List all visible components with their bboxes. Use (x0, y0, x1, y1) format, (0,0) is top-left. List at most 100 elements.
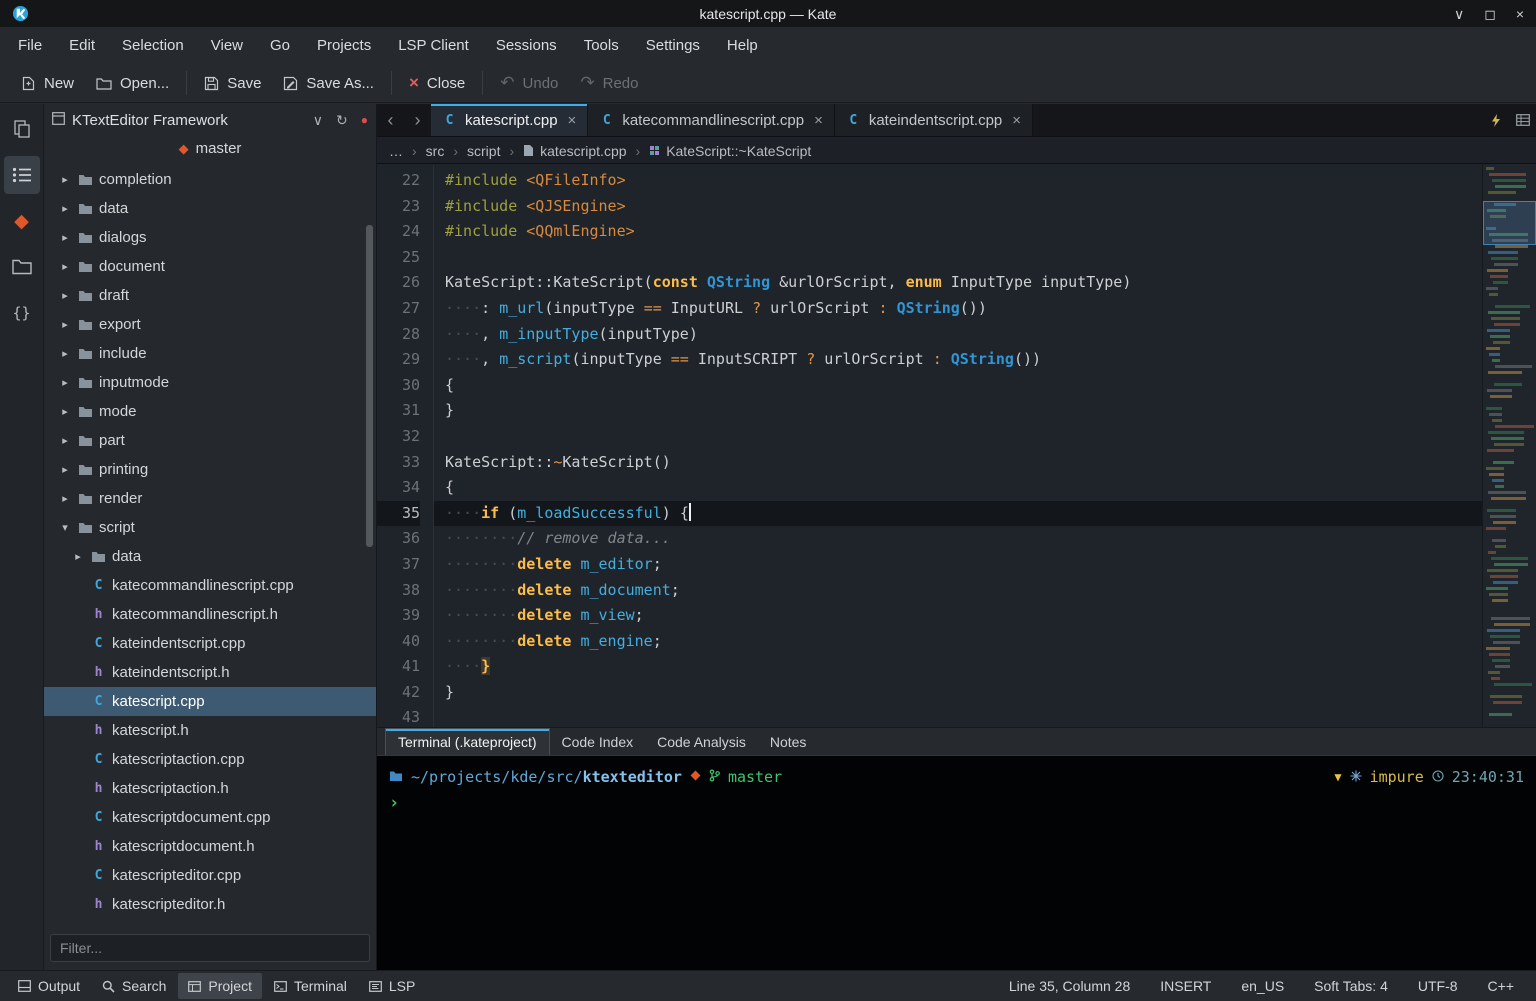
code-line[interactable]: ····} (434, 654, 1482, 680)
window-minimize-button[interactable]: ∨ (1454, 7, 1464, 21)
chevron-right-icon[interactable]: ▸ (58, 260, 72, 273)
sidebar-tool-snippets[interactable]: {} (4, 294, 40, 332)
code-line[interactable]: { (434, 373, 1482, 399)
menu-item-sessions[interactable]: Sessions (496, 37, 557, 54)
tree-folder-export[interactable]: ▸export (44, 310, 376, 339)
code-line[interactable]: ····, m_script(inputType == InputSCRIPT … (434, 347, 1482, 373)
terminal-panel[interactable]: ~/projects/kde/src/ktexteditor master ▼ … (377, 755, 1536, 970)
stop-icon[interactable]: ● (361, 113, 368, 127)
next-document-button[interactable]: › (404, 104, 431, 136)
tab-close-icon[interactable]: × (1012, 112, 1021, 129)
window-close-button[interactable]: × (1516, 7, 1524, 21)
code-line[interactable]: ····if (m_loadSuccessful) { (434, 501, 1482, 527)
tree-folder-script[interactable]: ▾script (44, 513, 376, 542)
menu-item-file[interactable]: File (18, 37, 42, 54)
menu-item-go[interactable]: Go (270, 37, 290, 54)
statusbar-toggle-terminal[interactable]: Terminal (264, 973, 357, 999)
tree-file-katescriptaction-cpp[interactable]: Ckatescriptaction.cpp (44, 745, 376, 774)
sidebar-tool-documents[interactable] (4, 110, 40, 148)
project-selector[interactable]: KTextEditor Framework (72, 112, 228, 129)
code-area[interactable]: #include <QFileInfo>#include <QJSEngine>… (434, 165, 1482, 727)
menu-item-projects[interactable]: Projects (317, 37, 371, 54)
tree-file-katescriptaction-h[interactable]: hkatescriptaction.h (44, 774, 376, 803)
previous-document-button[interactable]: ‹ (377, 104, 404, 136)
tree-folder-mode[interactable]: ▸mode (44, 397, 376, 426)
chevron-right-icon[interactable]: ▸ (58, 347, 72, 360)
sidebar-tool-git[interactable]: ◆ (4, 202, 40, 240)
statusbar-toggle-project[interactable]: Project (178, 973, 262, 999)
code-line[interactable]: ········delete m_document; (434, 578, 1482, 604)
encoding[interactable]: UTF-8 (1418, 978, 1458, 994)
sidebar-tool-project[interactable] (4, 156, 40, 194)
code-line[interactable]: #include <QQmlEngine> (434, 219, 1482, 245)
window-maximize-button[interactable]: ◻ (1484, 7, 1496, 21)
undo-button[interactable]: ↶ Undo (489, 69, 569, 98)
chevron-down-icon[interactable]: ▾ (58, 521, 72, 534)
tab-mode[interactable]: Soft Tabs: 4 (1314, 978, 1388, 994)
statusbar-toggle-lsp[interactable]: LSP (359, 973, 425, 999)
tree-scrollbar[interactable] (366, 225, 373, 547)
menu-item-tools[interactable]: Tools (584, 37, 619, 54)
code-line[interactable] (434, 245, 1482, 271)
chevron-right-icon[interactable]: ▸ (58, 492, 72, 505)
bottom-tab-notes[interactable]: Notes (758, 729, 819, 755)
code-line[interactable]: #include <QFileInfo> (434, 168, 1482, 194)
close-button[interactable]: × Close (398, 69, 476, 98)
code-line[interactable]: ····, m_inputType(inputType) (434, 322, 1482, 348)
tree-file-katescript-cpp[interactable]: Ckatescript.cpp (44, 687, 376, 716)
chevron-right-icon[interactable]: ▸ (71, 550, 85, 563)
tree-folder-printing[interactable]: ▸printing (44, 455, 376, 484)
menu-item-settings[interactable]: Settings (646, 37, 700, 54)
filter-input[interactable] (50, 934, 370, 962)
breadcrumb-item-katescript-cpp[interactable]: katescript.cpp (523, 143, 626, 159)
code-line[interactable]: KateScript::~KateScript() (434, 450, 1482, 476)
save-button[interactable]: Save (193, 69, 272, 98)
minimap-viewport[interactable] (1483, 201, 1536, 245)
new-button[interactable]: New (10, 69, 85, 98)
tab-katescript-cpp[interactable]: Ckatescript.cpp× (431, 104, 588, 136)
chevron-right-icon[interactable]: ▸ (58, 376, 72, 389)
tree-file-katescript-h[interactable]: hkatescript.h (44, 716, 376, 745)
statusbar-toggle-output[interactable]: Output (8, 973, 90, 999)
syntax-highlighting-mode[interactable]: C++ (1488, 978, 1514, 994)
tree-file-katecommandlinescript-h[interactable]: hkatecommandlinescript.h (44, 600, 376, 629)
chevron-right-icon[interactable]: ▸ (58, 289, 72, 302)
menu-item-view[interactable]: View (211, 37, 243, 54)
code-line[interactable]: #include <QJSEngine> (434, 194, 1482, 220)
tree-folder-part[interactable]: ▸part (44, 426, 376, 455)
tree-file-katescripteditor-h[interactable]: hkatescripteditor.h (44, 890, 376, 919)
tab-close-icon[interactable]: × (814, 112, 823, 129)
tree-file-katescripteditor-cpp[interactable]: Ckatescripteditor.cpp (44, 861, 376, 890)
open-button[interactable]: Open... (85, 69, 180, 98)
bottom-tab-code-analysis[interactable]: Code Analysis (645, 729, 758, 755)
document-list-icon[interactable] (1509, 104, 1536, 136)
code-line[interactable]: } (434, 680, 1482, 706)
chevron-right-icon[interactable]: ▸ (58, 463, 72, 476)
chevron-right-icon[interactable]: ▸ (58, 231, 72, 244)
editor-view[interactable]: 2223242526272829303132333435363738394041… (377, 165, 1536, 727)
quick-open-icon[interactable] (1482, 104, 1509, 136)
breadcrumb-item-script[interactable]: script (467, 143, 500, 159)
tree-folder-data[interactable]: ▸data (44, 194, 376, 223)
menu-item-edit[interactable]: Edit (69, 37, 95, 54)
insert-mode[interactable]: INSERT (1160, 978, 1211, 994)
tree-file-kateindentscript-cpp[interactable]: Ckateindentscript.cpp (44, 629, 376, 658)
code-line[interactable]: { (434, 475, 1482, 501)
minimap-scrollbar[interactable] (1482, 165, 1536, 727)
code-line[interactable]: ········delete m_engine; (434, 629, 1482, 655)
menu-item-help[interactable]: Help (727, 37, 758, 54)
code-line[interactable]: } (434, 398, 1482, 424)
code-line[interactable]: ········delete m_view; (434, 603, 1482, 629)
chevron-right-icon[interactable]: ▸ (58, 202, 72, 215)
bottom-tab-code-index[interactable]: Code Index (550, 729, 646, 755)
breadcrumb-item-src[interactable]: src (426, 143, 445, 159)
cursor-position[interactable]: Line 35, Column 28 (1009, 978, 1130, 994)
sidebar-tool-filesystem[interactable] (4, 248, 40, 286)
tree-folder-include[interactable]: ▸include (44, 339, 376, 368)
tree-folder-draft[interactable]: ▸draft (44, 281, 376, 310)
project-dropdown-icon[interactable]: ∨ (313, 112, 323, 129)
tree-folder-completion[interactable]: ▸completion (44, 165, 376, 194)
tree-folder-inputmode[interactable]: ▸inputmode (44, 368, 376, 397)
code-line[interactable]: ········delete m_editor; (434, 552, 1482, 578)
tree-folder-render[interactable]: ▸render (44, 484, 376, 513)
